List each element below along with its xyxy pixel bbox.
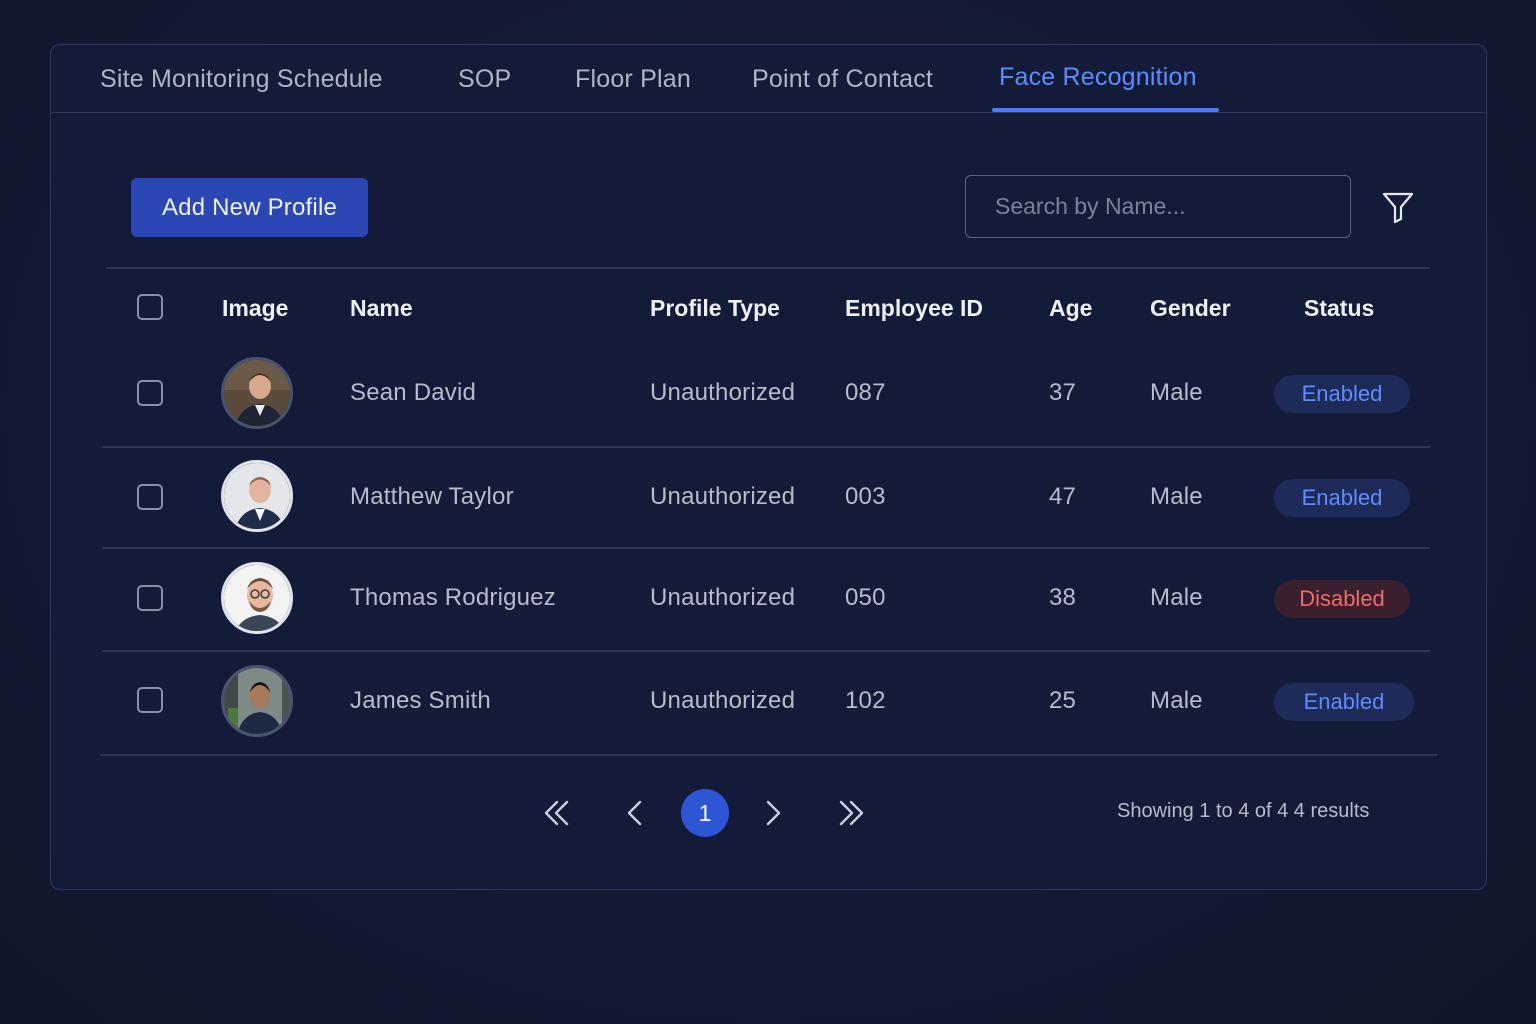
profile-photo-icon: [224, 668, 290, 734]
avatar: [221, 357, 293, 429]
cell-age: 38: [1049, 584, 1077, 611]
row-checkbox[interactable]: [137, 687, 163, 713]
cell-gender: Male: [1150, 483, 1203, 510]
column-header-status: Status: [1304, 295, 1375, 321]
add-new-profile-button[interactable]: Add New Profile: [131, 178, 368, 237]
tab-sop[interactable]: SOP: [458, 65, 511, 94]
row-divider: [102, 650, 1430, 652]
column-header-age: Age: [1049, 295, 1093, 321]
row-checkbox[interactable]: [137, 380, 163, 406]
row-checkbox[interactable]: [137, 585, 163, 611]
column-header-image: Image: [222, 295, 289, 321]
cell-gender: Male: [1150, 379, 1203, 406]
toolbar-divider: [106, 267, 1430, 269]
cell-name: James Smith: [350, 687, 491, 714]
column-header-profile-type: Profile Type: [650, 295, 780, 321]
select-all-checkbox[interactable]: [137, 294, 163, 320]
cell-age: 25: [1049, 687, 1077, 714]
cell-name: Matthew Taylor: [350, 483, 514, 510]
column-header-name: Name: [350, 295, 413, 321]
avatar: [221, 562, 293, 634]
status-badge: Enabled: [1274, 479, 1410, 517]
profile-photo-icon: [224, 463, 290, 529]
column-header-gender: Gender: [1150, 295, 1231, 321]
tab-point-of-contact[interactable]: Point of Contact: [752, 65, 933, 94]
column-header-employee-id: Employee ID: [845, 295, 984, 321]
active-tab-indicator: [992, 108, 1219, 112]
status-badge: Enabled: [1274, 375, 1410, 413]
cell-employee-id: 003: [845, 483, 886, 510]
cell-profile-type: Unauthorized: [650, 379, 796, 406]
cell-gender: Male: [1150, 687, 1203, 714]
cell-employee-id: 102: [845, 687, 886, 714]
cell-profile-type: Unauthorized: [650, 483, 796, 510]
cell-employee-id: 087: [845, 379, 886, 406]
cell-profile-type: Unauthorized: [650, 584, 796, 611]
tab-site-monitoring-schedule[interactable]: Site Monitoring Schedule: [100, 65, 383, 94]
status-badge: Enabled: [1274, 683, 1414, 721]
face-recognition-panel: Site Monitoring Schedule SOP Floor Plan …: [50, 44, 1487, 890]
tab-face-recognition[interactable]: Face Recognition: [999, 63, 1197, 92]
cell-profile-type: Unauthorized: [650, 687, 796, 714]
row-divider: [102, 547, 1430, 549]
tab-floor-plan[interactable]: Floor Plan: [575, 65, 691, 94]
row-divider: [102, 446, 1430, 448]
avatar: [221, 665, 293, 737]
previous-page-icon[interactable]: [615, 795, 655, 831]
profile-photo-icon: [224, 565, 290, 631]
cell-age: 37: [1049, 379, 1077, 406]
page-number-button[interactable]: 1: [681, 789, 729, 837]
results-summary: Showing 1 to 4 of 4 4 results: [1117, 800, 1370, 822]
cell-name: Thomas Rodriguez: [350, 584, 556, 611]
first-page-icon[interactable]: [537, 795, 577, 831]
cell-gender: Male: [1150, 584, 1203, 611]
tab-bar: Site Monitoring Schedule SOP Floor Plan …: [51, 45, 1486, 113]
cell-age: 47: [1049, 483, 1077, 510]
row-checkbox[interactable]: [137, 484, 163, 510]
avatar: [221, 460, 293, 532]
table-bottom-divider: [100, 754, 1437, 756]
next-page-icon[interactable]: [753, 795, 793, 831]
last-page-icon[interactable]: [831, 795, 871, 831]
filter-icon[interactable]: [1381, 190, 1415, 224]
cell-name: Sean David: [350, 379, 477, 406]
status-badge: Disabled: [1274, 580, 1410, 618]
cell-employee-id: 050: [845, 584, 886, 611]
search-input[interactable]: [965, 175, 1351, 238]
profile-photo-icon: [224, 360, 290, 426]
